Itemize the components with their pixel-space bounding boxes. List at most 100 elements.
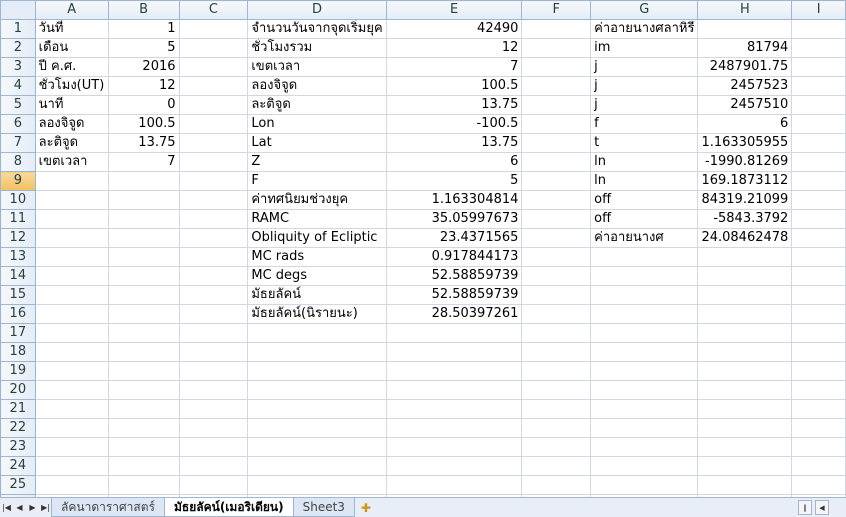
cell-b3[interactable]: 2016: [107, 57, 180, 77]
cell-i20[interactable]: [791, 380, 846, 400]
cell-e2[interactable]: 12: [385, 38, 523, 58]
cell-f18[interactable]: [521, 342, 592, 362]
cell-g5[interactable]: j: [590, 95, 699, 115]
cell-g17[interactable]: [590, 323, 699, 343]
cell-b24[interactable]: [107, 456, 180, 476]
cell-a19[interactable]: [34, 361, 109, 381]
cell-c1[interactable]: [178, 19, 249, 39]
cell-a2[interactable]: เดือน: [34, 38, 109, 58]
cell-a3[interactable]: ปี ค.ศ.: [34, 57, 109, 77]
cell-b14[interactable]: [107, 266, 180, 286]
cell-a24[interactable]: [34, 456, 109, 476]
cell-f14[interactable]: [521, 266, 592, 286]
cell-h25[interactable]: [697, 475, 793, 495]
cell-e8[interactable]: 6: [385, 152, 523, 172]
cell-a16[interactable]: [34, 304, 109, 324]
row-header[interactable]: 1: [0, 19, 36, 39]
cell-h4[interactable]: 2457523: [697, 76, 793, 96]
cell-c22[interactable]: [178, 418, 249, 438]
cell-d25[interactable]: [247, 475, 387, 495]
row-header[interactable]: 14: [0, 266, 36, 286]
cell-f24[interactable]: [521, 456, 592, 476]
cell-h22[interactable]: [697, 418, 793, 438]
cell-g2[interactable]: im: [590, 38, 699, 58]
cell-i21[interactable]: [791, 399, 846, 419]
cell-f23[interactable]: [521, 437, 592, 457]
cell-e17[interactable]: [385, 323, 523, 343]
cell-a1[interactable]: วันที่: [34, 19, 109, 39]
cell-a20[interactable]: [34, 380, 109, 400]
cell-e11[interactable]: 35.05997673: [385, 209, 523, 229]
cell-i25[interactable]: [791, 475, 846, 495]
cell-i14[interactable]: [791, 266, 846, 286]
cell-e1[interactable]: 42490: [385, 19, 523, 39]
cell-g20[interactable]: [590, 380, 699, 400]
cell-h8[interactable]: -1990.81269: [697, 152, 793, 172]
cell-e24[interactable]: [385, 456, 523, 476]
cell-d12[interactable]: Obliquity of Ecliptic: [247, 228, 387, 248]
cell-e13[interactable]: 0.917844173: [385, 247, 523, 267]
cell-d8[interactable]: Z: [247, 152, 387, 172]
cell-c3[interactable]: [178, 57, 249, 77]
cell-f1[interactable]: [521, 19, 592, 39]
cell-f3[interactable]: [521, 57, 592, 77]
cell-f15[interactable]: [521, 285, 592, 305]
cell-b19[interactable]: [107, 361, 180, 381]
cell-f13[interactable]: [521, 247, 592, 267]
row-header[interactable]: 19: [0, 361, 36, 381]
cell-i8[interactable]: [791, 152, 846, 172]
row-header[interactable]: 24: [0, 456, 36, 476]
cell-e20[interactable]: [385, 380, 523, 400]
cell-c9[interactable]: [178, 171, 249, 191]
cell-i2[interactable]: [791, 38, 846, 58]
cell-i5[interactable]: [791, 95, 846, 115]
cell-g24[interactable]: [590, 456, 699, 476]
cell-e5[interactable]: 13.75: [385, 95, 523, 115]
cell-c20[interactable]: [178, 380, 249, 400]
cell-c24[interactable]: [178, 456, 249, 476]
column-header-e[interactable]: E: [385, 0, 523, 20]
horizontal-scrollbar[interactable]: ‖ ◀: [798, 498, 846, 517]
cell-c13[interactable]: [178, 247, 249, 267]
column-header-d[interactable]: D: [247, 0, 387, 20]
cell-b20[interactable]: [107, 380, 180, 400]
cell-i24[interactable]: [791, 456, 846, 476]
row-header[interactable]: 22: [0, 418, 36, 438]
cell-h20[interactable]: [697, 380, 793, 400]
cell-c12[interactable]: [178, 228, 249, 248]
cell-h11[interactable]: -5843.3792: [697, 209, 793, 229]
cell-a17[interactable]: [34, 323, 109, 343]
cell-e19[interactable]: [385, 361, 523, 381]
cell-d5[interactable]: ละติจูด: [247, 95, 387, 115]
cell-a23[interactable]: [34, 437, 109, 457]
cell-i22[interactable]: [791, 418, 846, 438]
row-header[interactable]: 12: [0, 228, 36, 248]
cell-d1[interactable]: จำนวนวันจากจุดเริ่มยุค: [247, 19, 387, 39]
cell-d19[interactable]: [247, 361, 387, 381]
cell-a14[interactable]: [34, 266, 109, 286]
row-header[interactable]: 11: [0, 209, 36, 229]
cell-f6[interactable]: [521, 114, 592, 134]
cell-f7[interactable]: [521, 133, 592, 153]
cell-b18[interactable]: [107, 342, 180, 362]
cell-c2[interactable]: [178, 38, 249, 58]
cell-g6[interactable]: f: [590, 114, 699, 134]
cell-h2[interactable]: 81794: [697, 38, 793, 58]
cell-f12[interactable]: [521, 228, 592, 248]
row-header[interactable]: 8: [0, 152, 36, 172]
cell-g19[interactable]: [590, 361, 699, 381]
cell-e7[interactable]: 13.75: [385, 133, 523, 153]
cell-b17[interactable]: [107, 323, 180, 343]
cell-b4[interactable]: 12: [107, 76, 180, 96]
cell-g13[interactable]: [590, 247, 699, 267]
cell-a22[interactable]: [34, 418, 109, 438]
cell-f16[interactable]: [521, 304, 592, 324]
sheet-tab[interactable]: Sheet3: [292, 498, 355, 517]
cell-c16[interactable]: [178, 304, 249, 324]
cell-b23[interactable]: [107, 437, 180, 457]
cell-h3[interactable]: 2487901.75: [697, 57, 793, 77]
select-all-corner[interactable]: [0, 0, 36, 20]
cell-e25[interactable]: [385, 475, 523, 495]
cell-b8[interactable]: 7: [107, 152, 180, 172]
cell-a8[interactable]: เขตเวลา: [34, 152, 109, 172]
